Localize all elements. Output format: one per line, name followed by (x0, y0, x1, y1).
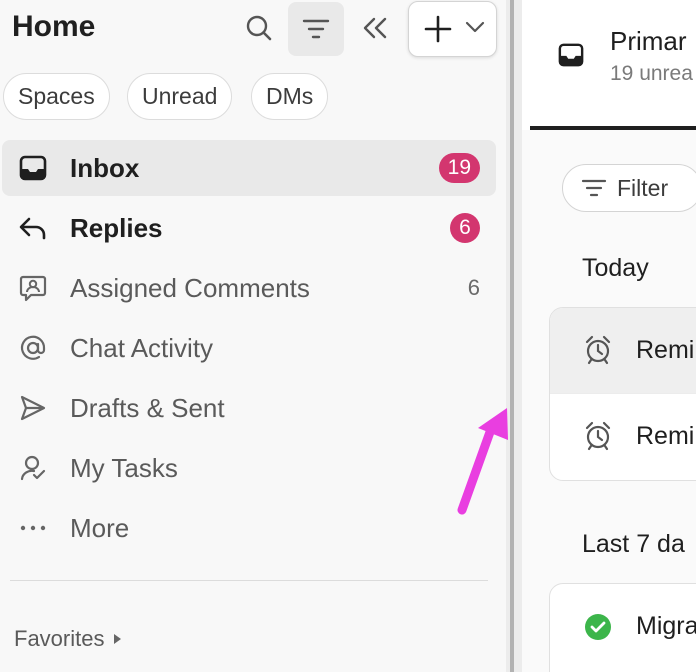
section-title-last-7-days: Last 7 da (582, 530, 685, 558)
annotation-arrow-icon (457, 408, 508, 515)
inbox-tab-title[interactable]: Primar (610, 26, 687, 57)
sidebar-item-label: Drafts & Sent (70, 392, 225, 423)
notification-card-last-7-days: Migra (549, 583, 696, 672)
sidebar-item-label: Replies (70, 212, 163, 243)
sidebar-item-inbox[interactable]: Inbox 19 (2, 140, 496, 196)
chevron-down-icon (465, 21, 485, 33)
sidebar-item-drafts-sent[interactable]: Drafts & Sent (2, 380, 496, 436)
inbox-icon (558, 43, 584, 67)
create-new-button[interactable] (408, 1, 497, 57)
collapse-sidebar-button[interactable] (356, 8, 394, 48)
chip-unread[interactable]: Unread (127, 73, 233, 120)
plus-icon (424, 15, 452, 43)
sidebar-item-replies[interactable]: Replies 6 (2, 200, 496, 256)
filter-lines-icon (581, 179, 607, 197)
sidebar-item-label: Inbox (70, 152, 140, 183)
filter-lines-icon (302, 19, 330, 39)
search-button[interactable] (240, 8, 278, 48)
assigned-comments-icon (18, 274, 48, 302)
filter-label: Filter (617, 174, 669, 201)
resize-handle-line (510, 0, 514, 672)
page-title: Home (12, 10, 96, 43)
filter-toggle-button[interactable] (288, 2, 344, 56)
reply-icon (18, 214, 48, 242)
at-sign-icon (18, 334, 48, 362)
unread-count-badge: 6 (450, 213, 480, 243)
active-tab-indicator (530, 126, 696, 130)
inbox-header: Primar 19 unrea (522, 0, 696, 130)
sidebar: Home Spaces Unread DMs Inbox 19 Replies … (0, 0, 506, 672)
chip-spaces[interactable]: Spaces (3, 73, 110, 120)
sidebar-item-assigned-comments[interactable]: Assigned Comments 6 (2, 260, 496, 316)
favorites-label: Favorites (14, 626, 105, 651)
inbox-icon (18, 154, 48, 182)
search-icon (246, 15, 272, 41)
alarm-clock-icon (585, 335, 611, 365)
inbox-panel: Primar 19 unrea Filter Today Remi Remi L… (522, 0, 696, 672)
item-count: 6 (467, 275, 480, 300)
chip-dms[interactable]: DMs (251, 73, 329, 120)
unread-count-badge: 19 (438, 153, 480, 183)
inbox-tab-subtitle: 19 unrea (610, 62, 693, 85)
sidebar-item-label: More (70, 512, 130, 543)
notification-row[interactable]: Migra (550, 584, 696, 670)
my-tasks-icon (18, 454, 48, 482)
check-circle-icon (585, 614, 611, 640)
notification-title: Migra (636, 612, 696, 640)
sidebar-item-more[interactable]: More (2, 500, 496, 556)
sidebar-item-label: My Tasks (70, 452, 178, 483)
section-title-today: Today (582, 254, 649, 282)
panel-resize-handle[interactable] (506, 0, 522, 672)
sidebar-divider (10, 580, 488, 581)
more-dots-icon (18, 514, 48, 542)
sidebar-item-chat-activity[interactable]: Chat Activity (2, 320, 496, 376)
notification-title: Remi (636, 336, 695, 364)
notification-row[interactable]: Remi (550, 308, 696, 394)
favorites-section-toggle[interactable]: Favorites (14, 626, 122, 652)
double-chevron-left-icon (363, 17, 387, 39)
alarm-clock-icon (585, 421, 611, 451)
notification-card-today: Remi Remi (549, 307, 696, 481)
caret-right-icon (114, 634, 122, 644)
sidebar-item-label: Chat Activity (70, 332, 214, 363)
sidebar-item-my-tasks[interactable]: My Tasks (2, 440, 496, 496)
notification-row[interactable]: Remi (550, 394, 696, 480)
filter-button[interactable]: Filter (562, 164, 696, 212)
send-icon (18, 394, 48, 422)
sidebar-item-label: Assigned Comments (70, 272, 310, 303)
notification-title: Remi (636, 422, 695, 450)
